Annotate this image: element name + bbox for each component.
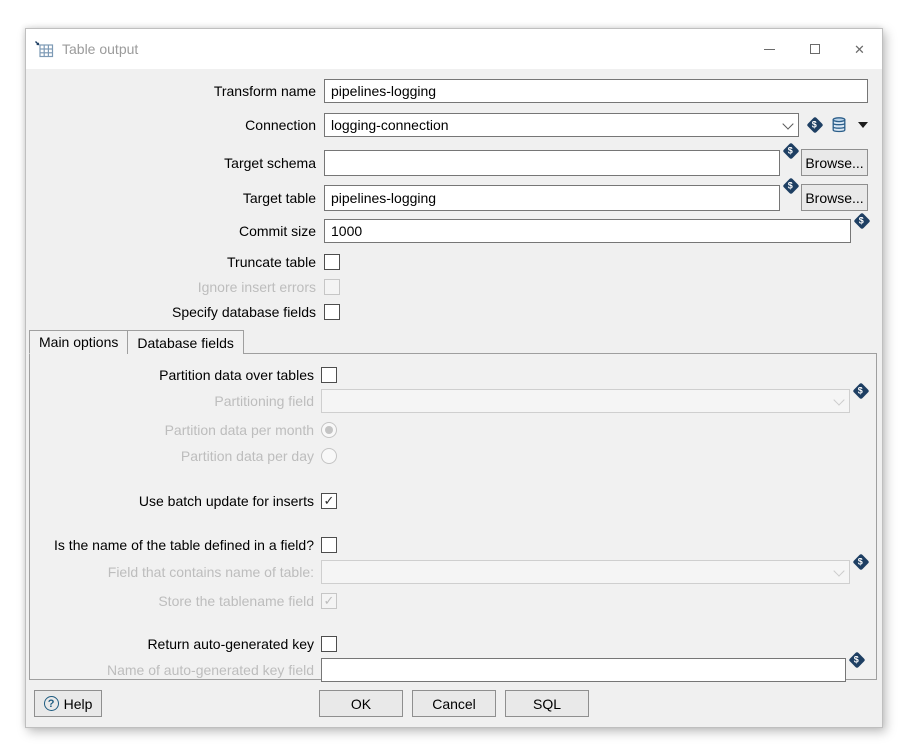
transform-name-input[interactable] (324, 79, 868, 103)
variable-icon: $ (807, 117, 824, 134)
sql-button[interactable]: SQL (505, 690, 589, 717)
footer-button-group: OK Cancel SQL (319, 690, 589, 717)
database-icon[interactable] (831, 116, 847, 134)
batch-update-checkbox[interactable] (321, 493, 337, 509)
target-table-label: Target table (34, 190, 324, 206)
ignore-insert-errors-checkbox (324, 279, 340, 295)
minimize-icon (764, 49, 775, 50)
ignore-insert-errors-label: Ignore insert errors (34, 279, 324, 295)
target-schema-label: Target schema (34, 155, 324, 171)
minimize-button[interactable] (747, 29, 792, 69)
transform-name-label: Transform name (34, 83, 324, 99)
connection-combo[interactable]: logging-connection (324, 113, 799, 137)
variable-icon: $ (849, 652, 866, 669)
truncate-table-label: Truncate table (34, 254, 324, 270)
connection-label: Connection (34, 117, 324, 133)
partitioning-field-combo (321, 389, 850, 413)
table-name-in-field-checkbox[interactable] (321, 537, 337, 553)
chevron-down-icon[interactable] (777, 114, 798, 136)
target-table-input[interactable] (324, 185, 780, 211)
tab-main-options[interactable]: Main options (29, 330, 128, 354)
close-button[interactable]: ✕ (837, 29, 882, 69)
help-label: Help (64, 696, 93, 712)
connection-value: logging-connection (331, 117, 449, 133)
commit-size-input[interactable] (324, 219, 851, 243)
auto-key-field-label: Name of auto-generated key field (30, 662, 321, 678)
help-button[interactable]: ? Help (34, 690, 102, 717)
chevron-down-icon (828, 561, 849, 583)
partition-over-tables-checkbox[interactable] (321, 367, 337, 383)
partition-per-day-label: Partition data per day (30, 448, 321, 464)
store-tablename-checkbox (321, 593, 337, 609)
truncate-table-checkbox[interactable] (324, 254, 340, 270)
partitioning-field-label: Partitioning field (30, 393, 321, 409)
ok-button[interactable]: OK (319, 690, 403, 717)
store-tablename-label: Store the tablename field (30, 593, 321, 609)
specify-database-fields-checkbox[interactable] (324, 304, 340, 320)
titlebar[interactable]: Table output ✕ (26, 29, 882, 69)
partition-per-month-label: Partition data per month (30, 422, 321, 438)
batch-update-label: Use batch update for inserts (30, 493, 321, 509)
variable-icon: $ (854, 213, 871, 230)
commit-size-label: Commit size (34, 223, 324, 239)
auto-key-field-input (321, 658, 846, 682)
table-name-field-combo (321, 560, 850, 584)
dialog-title: Table output (62, 41, 138, 57)
partition-per-month-radio (321, 422, 337, 438)
target-schema-browse-button[interactable]: Browse... (801, 149, 868, 176)
partition-per-day-radio (321, 448, 337, 464)
dialog-body: Transform name Connection logging-connec… (26, 69, 882, 680)
specify-database-fields-label: Specify database fields (34, 304, 324, 320)
target-schema-input[interactable] (324, 150, 780, 176)
dialog-footer: ? Help OK Cancel SQL (26, 680, 882, 730)
close-icon: ✕ (854, 43, 865, 56)
question-icon: ? (44, 696, 59, 711)
return-auto-key-checkbox[interactable] (321, 636, 337, 652)
table-name-in-field-label: Is the name of the table defined in a fi… (30, 537, 321, 553)
options-tab-folder: Main options Database fields Partition d… (29, 330, 877, 680)
chevron-down-icon (828, 390, 849, 412)
cancel-button[interactable]: Cancel (412, 690, 496, 717)
target-table-browse-button[interactable]: Browse... (801, 184, 868, 211)
variable-icon: $ (853, 383, 870, 400)
maximize-icon (810, 44, 820, 54)
table-output-dialog: Table output ✕ Transform name Connection… (25, 28, 883, 728)
partition-over-tables-label: Partition data over tables (30, 367, 321, 383)
main-options-panel: Partition data over tables Partitioning … (29, 354, 877, 680)
tab-strip: Main options Database fields (29, 330, 877, 354)
table-output-icon (35, 41, 54, 58)
variable-icon: $ (783, 178, 800, 195)
variable-icon: $ (783, 143, 800, 160)
table-name-field-label: Field that contains name of table: (30, 564, 321, 580)
variable-icon: $ (853, 554, 870, 571)
tab-database-fields[interactable]: Database fields (127, 330, 244, 354)
return-auto-key-label: Return auto-generated key (30, 636, 321, 652)
maximize-button[interactable] (792, 29, 837, 69)
connection-menu-arrow-icon[interactable] (858, 122, 868, 128)
